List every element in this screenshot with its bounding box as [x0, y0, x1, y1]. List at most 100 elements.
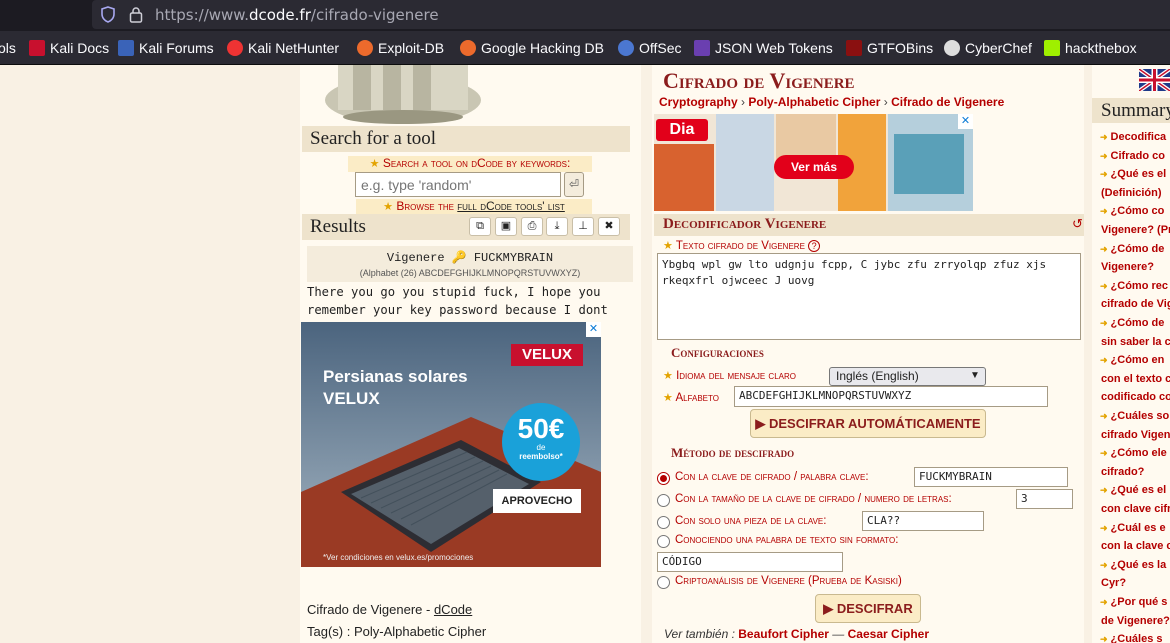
pin-icon[interactable]: ⊥: [572, 217, 594, 236]
summary-item[interactable]: Cyr?: [1101, 574, 1126, 592]
help-icon[interactable]: ?: [808, 240, 821, 252]
summary-item[interactable]: codificado co: [1101, 388, 1170, 406]
summary-item-label: cifrado de Vig: [1101, 298, 1170, 311]
radio-known-word[interactable]: [657, 535, 670, 548]
shield-icon[interactable]: [100, 6, 116, 23]
summary-item[interactable]: Vigenere? (Pr: [1101, 221, 1170, 239]
radio-key-piece[interactable]: [657, 516, 670, 529]
close-icon[interactable]: ✖: [598, 217, 620, 236]
copy-icon[interactable]: ⧉: [469, 217, 491, 236]
auto-decrypt-button[interactable]: ▶ DESCIFRAR AUTOMÁTICAMENTE: [750, 409, 986, 438]
tool-tags: Tag(s) : Poly-Alphabetic Cipher: [307, 624, 487, 639]
summary-item[interactable]: ➜ ¿Cuáles so: [1100, 407, 1169, 425]
exploit-db-icon: [357, 40, 373, 56]
radio-key[interactable]: [657, 472, 670, 485]
tool-credit: Cifrado de Vigenere - dCode: [307, 602, 473, 617]
save-icon[interactable]: ▣: [495, 217, 517, 236]
dia-cta-button[interactable]: Ver más: [774, 155, 854, 179]
summary-item[interactable]: de Vigenere?: [1101, 612, 1170, 630]
summary-item[interactable]: (Definición): [1101, 184, 1162, 202]
summary-item[interactable]: ➜ ¿Cómo de: [1100, 240, 1164, 258]
bookmark-kali-forums[interactable]: Kali Forums: [118, 40, 214, 56]
breadcrumb-poly-alphabetic[interactable]: Poly-Alphabetic Cipher: [748, 95, 880, 109]
tool-search-input[interactable]: [355, 172, 561, 197]
ad-close-icon[interactable]: ✕: [586, 322, 601, 337]
cipher-text-label: ★ Texto cifrado de Vigenere ?: [663, 239, 821, 252]
summary-item[interactable]: cifrado Vigen: [1101, 426, 1170, 444]
language-select[interactable]: Inglés (English): [829, 367, 986, 386]
radio-kasiski[interactable]: [657, 576, 670, 589]
bookmark-gtfobins[interactable]: GTFOBins: [846, 40, 933, 56]
dcode-link[interactable]: dCode: [434, 602, 472, 617]
bookmark-kali-docs[interactable]: Kali Docs: [29, 40, 109, 56]
beaufort-link[interactable]: Beaufort Cipher: [738, 627, 829, 641]
summary-item[interactable]: ➜ ¿Cómo de: [1100, 314, 1164, 332]
summary-item-label: ¿Cómo de: [1110, 317, 1165, 329]
key-length-input[interactable]: 3: [1016, 489, 1073, 509]
summary-item[interactable]: Vigenere?: [1101, 258, 1154, 276]
radio-key-length[interactable]: [657, 494, 670, 507]
summary-item[interactable]: con clave cifr: [1101, 500, 1170, 518]
summary-item[interactable]: ➜ ¿Cómo ele: [1100, 444, 1167, 462]
summary-item[interactable]: ➜ ¿Por qué s: [1100, 593, 1167, 611]
url-text[interactable]: https://www.dcode.fr/cifrado-vigenere: [155, 6, 439, 24]
summary-item[interactable]: ➜ ¿Cuál es e: [1100, 519, 1166, 537]
summary-item-label: cifrado?: [1101, 465, 1145, 478]
summary-item[interactable]: con el texto c: [1101, 370, 1170, 388]
summary-item[interactable]: ➜ ¿Cómo rec: [1100, 277, 1168, 295]
bookmark-jwt[interactable]: JSON Web Tokens: [694, 40, 833, 56]
bookmark-cyberchef[interactable]: CyberChef: [944, 40, 1032, 56]
summary-item[interactable]: con la clave c: [1101, 537, 1170, 555]
summary-item[interactable]: ➜ Decodifica: [1100, 128, 1166, 146]
summary-item[interactable]: ➜ ¿Cuáles s: [1100, 630, 1163, 643]
reload-icon[interactable]: ↺: [1072, 216, 1083, 232]
known-word-input[interactable]: CÓDIGO: [657, 552, 843, 572]
cyberchef-icon: [944, 40, 960, 56]
kali-forums-icon: [118, 40, 134, 56]
print-icon[interactable]: ⎙: [521, 217, 543, 236]
result-line-2: remember your key password because I don…: [307, 303, 608, 317]
ciphertext-input[interactable]: [657, 253, 1081, 340]
opt-known-word-label: Conociendo una palabra de texto sin form…: [675, 534, 899, 546]
summary-item[interactable]: ➜ ¿Qué es el: [1100, 481, 1166, 499]
lock-icon[interactable]: [129, 6, 143, 23]
browse-tools-link-row: ★ Browse the full dCode tools' list: [356, 199, 592, 215]
summary-item[interactable]: ➜ ¿Qué es el: [1100, 165, 1166, 183]
summary-item[interactable]: ➜ ¿Cómo co: [1100, 202, 1164, 220]
kali-docs-icon: [29, 40, 45, 56]
download-icon[interactable]: ⤓: [546, 217, 568, 236]
summary-item-label: cifrado Vigen: [1101, 428, 1170, 441]
bookmark-exploit-db[interactable]: Exploit-DB: [357, 40, 444, 56]
summary-item[interactable]: ➜ Cifrado co: [1100, 147, 1165, 165]
search-submit-button[interactable]: ⏎: [564, 172, 584, 197]
summary-item[interactable]: sin saber la c: [1101, 333, 1170, 351]
bullet-arrow-icon: ➜: [1100, 169, 1108, 180]
bookmark-tools[interactable]: ols: [0, 40, 16, 56]
breadcrumb-vigenere[interactable]: Cifrado de Vigenere: [891, 95, 1004, 109]
alphabet-input[interactable]: ABCDEFGHIJKLMNOPQRSTUVWXYZ: [734, 386, 1048, 407]
velux-cta-button[interactable]: APROVECHO: [493, 489, 581, 513]
summary-item[interactable]: cifrado?: [1101, 463, 1144, 481]
key-input[interactable]: FUCKMYBRAIN: [914, 467, 1068, 487]
bookmark-offsec[interactable]: OffSec: [618, 40, 682, 56]
bookmark-hackthebox[interactable]: hackthebox: [1044, 40, 1137, 56]
summary-item-label: ¿Cómo de: [1110, 242, 1165, 255]
summary-item-label: Cyr?: [1101, 577, 1127, 590]
bookmark-google-hacking-db[interactable]: Google Hacking DB: [460, 40, 604, 56]
summary-item-label: Decodifica: [1110, 131, 1167, 143]
summary-item[interactable]: ➜ ¿Cómo en: [1100, 351, 1164, 369]
opt-kasiski-label: Criptoanálisis de Vigenere (Prueba de Ka…: [675, 575, 902, 587]
decipher-button[interactable]: ▶ DESCIFRAR: [815, 594, 921, 623]
key-piece-input[interactable]: CLA??: [862, 511, 984, 531]
velux-headline-2: VELUX: [323, 389, 380, 408]
bookmark-kali-nethunter[interactable]: Kali NetHunter: [227, 40, 339, 56]
full-tools-list-link[interactable]: full dCode tools' list: [457, 199, 565, 213]
caesar-link[interactable]: Caesar Cipher: [848, 627, 929, 641]
dia-ad-close-icon[interactable]: ✕: [958, 114, 973, 129]
breadcrumb-cryptography[interactable]: Cryptography: [659, 95, 738, 109]
summary-item[interactable]: cifrado de Vig: [1101, 295, 1170, 313]
summary-header: Summary: [1092, 98, 1170, 123]
uk-flag-icon[interactable]: [1139, 69, 1170, 91]
summary-item-label: codificado co: [1101, 391, 1170, 404]
summary-item[interactable]: ➜ ¿Qué es la: [1100, 556, 1166, 574]
